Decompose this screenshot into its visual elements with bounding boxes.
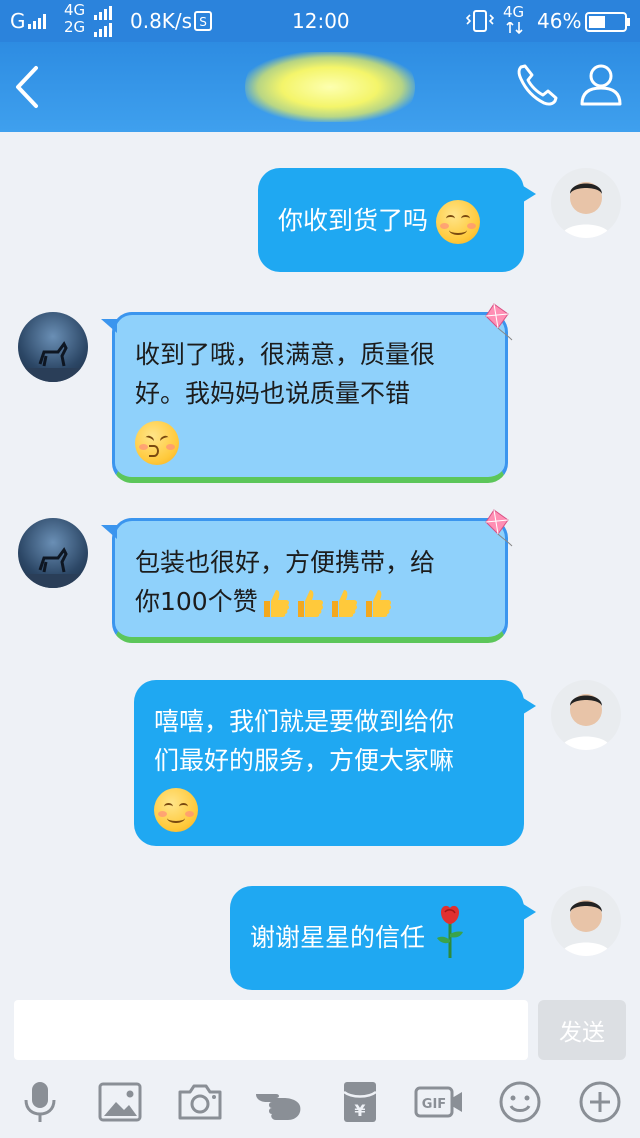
- smile-emoji-icon: [435, 200, 480, 244]
- my-avatar[interactable]: [551, 168, 621, 238]
- chat-area[interactable]: 你收到货了吗 收到了哦，很满意，质量很 好。我妈妈也说质量不错 包装也很好，方便…: [0, 132, 640, 996]
- smile-emoji-icon: [154, 788, 198, 832]
- thumbs-up-icon: [365, 590, 391, 617]
- clock: 12:00: [292, 9, 350, 33]
- status-bar: G 4G 2G 0.8K/s S 12:00 4G 46%: [0, 0, 640, 42]
- kite-decoration-icon: [485, 303, 513, 341]
- profile-button[interactable]: [576, 60, 626, 110]
- message-text: 们最好的服务，方便大家嘛: [154, 746, 455, 775]
- svg-text:GIF: GIF: [422, 1097, 446, 1112]
- rose-icon: [436, 905, 463, 958]
- image-icon: [98, 1082, 142, 1122]
- carrier-label: G: [10, 9, 26, 33]
- poke-hand-icon: [256, 1094, 301, 1120]
- network-speed: 0.8K/s: [130, 9, 193, 33]
- my-avatar[interactable]: [551, 886, 621, 956]
- back-button[interactable]: [8, 62, 48, 112]
- person-icon: [580, 64, 622, 106]
- contact-name-obscured: [245, 52, 415, 122]
- contact-avatar[interactable]: [18, 518, 88, 588]
- thumbs-up-icon: [297, 590, 323, 617]
- chevron-left-icon: [16, 66, 38, 108]
- message-text: 你100个赞: [135, 587, 258, 616]
- plus-icon: [579, 1081, 621, 1123]
- network-right: 4G: [503, 3, 525, 21]
- message-text: 你收到货了吗: [278, 206, 429, 235]
- call-button[interactable]: [512, 60, 562, 110]
- signal-icon: [28, 14, 46, 29]
- message-input[interactable]: [14, 1000, 528, 1060]
- sim-icon: S: [194, 11, 212, 31]
- gif-button[interactable]: GIF: [414, 1076, 466, 1128]
- message-text: 收到了哦，很满意，质量很: [135, 340, 436, 369]
- bottom-toolbar: ¥ GIF: [0, 1066, 640, 1138]
- battery-icon: [585, 12, 630, 32]
- emoji-button[interactable]: [494, 1076, 546, 1128]
- battery-percent: 46%: [537, 9, 582, 33]
- red-packet-icon: ¥: [343, 1082, 377, 1122]
- emoji-icon: [499, 1081, 541, 1123]
- contact-avatar[interactable]: [18, 312, 88, 382]
- more-button[interactable]: [574, 1076, 626, 1128]
- phone-icon: [517, 64, 558, 106]
- network-type: 4G 2G: [64, 1, 86, 36]
- svg-text:S: S: [199, 15, 207, 29]
- chat-header: [0, 42, 640, 132]
- message-text: 好。我妈妈也说质量不错: [135, 379, 411, 408]
- data-arrows-icon: [506, 22, 523, 34]
- message-bubble[interactable]: 收到了哦，很满意，质量很 好。我妈妈也说质量不错: [101, 312, 508, 483]
- vibrate-icon: [466, 10, 494, 32]
- poke-button[interactable]: [254, 1076, 306, 1128]
- photo-button[interactable]: [94, 1076, 146, 1128]
- send-button[interactable]: 发送: [538, 1000, 626, 1060]
- microphone-icon: [24, 1082, 56, 1122]
- camera-icon: [178, 1084, 222, 1120]
- voice-button[interactable]: [14, 1076, 66, 1128]
- input-bar: 发送: [0, 996, 640, 1066]
- svg-text:¥: ¥: [354, 1101, 365, 1120]
- message-text: 包装也很好，方便携带，给: [135, 548, 436, 577]
- message-text: 谢谢星星的信任: [250, 923, 426, 952]
- camera-button[interactable]: [174, 1076, 226, 1128]
- message-text: 嘻嘻，我们就是要做到给你: [154, 707, 455, 736]
- message-bubble[interactable]: 你收到货了吗: [258, 168, 536, 272]
- gif-icon: GIF: [414, 1086, 462, 1118]
- my-avatar[interactable]: [551, 680, 621, 750]
- dual-signal-icon: [94, 6, 112, 37]
- message-bubble[interactable]: 谢谢星星的信任: [230, 886, 536, 990]
- message-bubble[interactable]: 嘻嘻，我们就是要做到给你 们最好的服务，方便大家嘛: [134, 680, 536, 846]
- kiss-emoji-icon: [135, 421, 179, 465]
- red-packet-button[interactable]: ¥: [334, 1076, 386, 1128]
- kite-decoration-icon: [485, 509, 513, 547]
- message-bubble[interactable]: 包装也很好，方便携带，给 你100个赞: [101, 518, 508, 643]
- thumbs-up-icon: [263, 590, 289, 617]
- thumbs-up-icon: [331, 590, 357, 617]
